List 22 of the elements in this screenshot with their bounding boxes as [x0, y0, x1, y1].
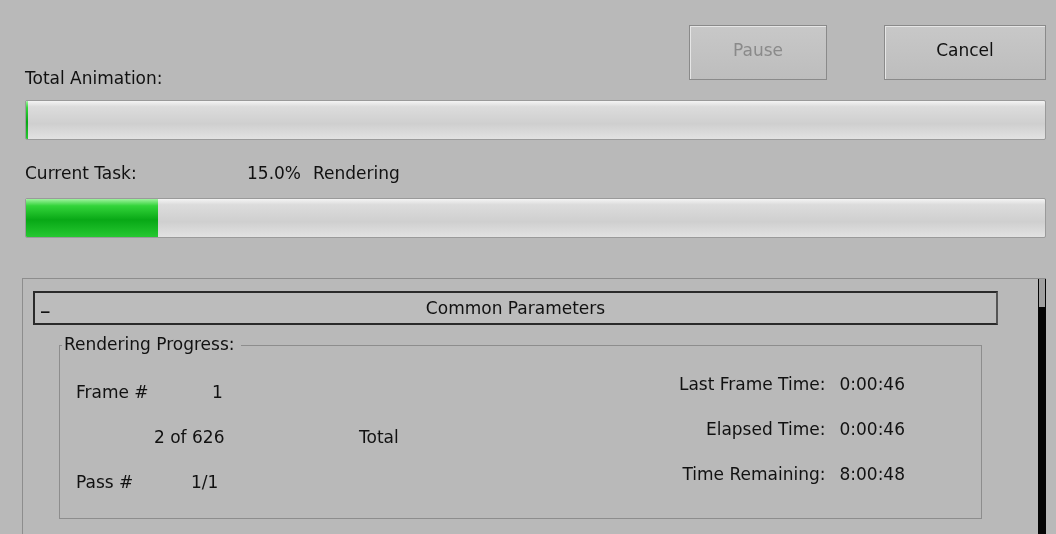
rollout-title: Common Parameters	[424, 298, 607, 318]
stat-label: Elapsed Time:	[704, 419, 826, 441]
stat-value: 8:00:48	[839, 464, 905, 486]
cancel-button[interactable]: Cancel	[884, 25, 1046, 80]
pass-value: 1/1	[191, 471, 219, 492]
stat-value: 0:00:46	[839, 374, 905, 396]
current-task-label: Current Task:	[25, 163, 138, 183]
stat-label: Last Frame Time:	[678, 374, 826, 396]
group-title: Rendering Progress:	[62, 334, 241, 354]
stat-label: Time Remaining:	[681, 464, 826, 486]
total-animation-label: Total Animation:	[25, 68, 164, 88]
scrollbar[interactable]	[1038, 279, 1046, 534]
frame-count: 2 of 626	[154, 426, 226, 447]
pass-label: Pass #	[76, 471, 135, 492]
frame-label: Frame #	[76, 381, 150, 402]
collapse-toggle[interactable]: _	[41, 293, 55, 313]
frame-count-caption: Total	[359, 426, 399, 447]
status-text: Rendering	[313, 163, 400, 183]
percent-text: 15.0%	[247, 163, 301, 183]
frame-value: 1	[212, 381, 223, 402]
stat-value: 0:00:46	[839, 419, 905, 441]
rollout-header[interactable]: _ Common Parameters	[33, 291, 998, 325]
